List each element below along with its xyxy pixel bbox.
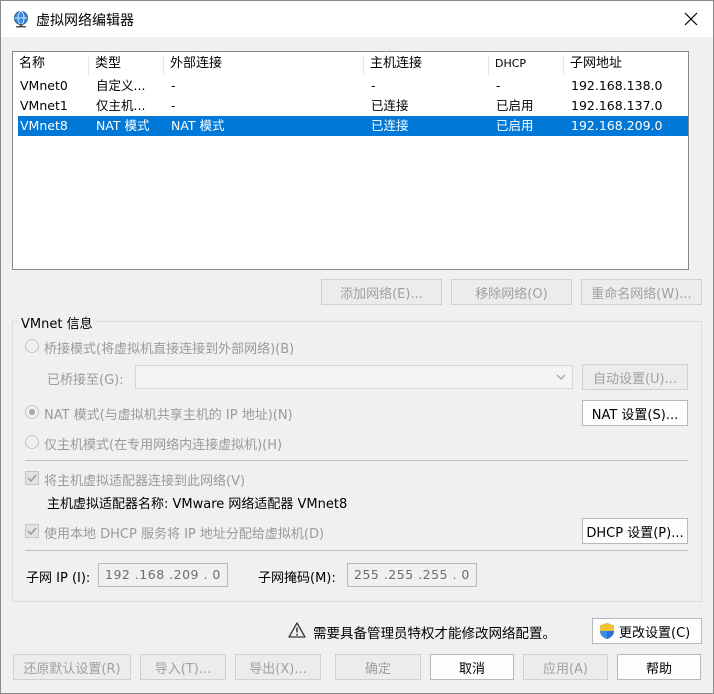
- connect-adapter-label: 将主机虚拟适配器连接到此网络(V): [44, 474, 246, 489]
- cell-external: -: [171, 78, 176, 93]
- column-header-external[interactable]: 外部连接: [164, 52, 369, 76]
- remove-network-button[interactable]: 移除网络(O): [451, 279, 572, 305]
- change-settings-label: 更改设置(C): [619, 625, 691, 641]
- rename-network-button[interactable]: 重命名网络(W)...: [581, 279, 702, 305]
- help-button[interactable]: 帮助: [617, 654, 701, 680]
- chevron-down-icon: [556, 374, 566, 380]
- ok-button[interactable]: 确定: [335, 654, 421, 680]
- cell-dhcp: 已启用: [496, 118, 534, 133]
- admin-warning-text: 需要具备管理员特权才能修改网络配置。: [313, 626, 556, 642]
- cell-host: 已连接: [371, 118, 409, 133]
- cell-name: VMnet8: [20, 118, 68, 133]
- dhcp-settings-button[interactable]: DHCP 设置(P)...: [582, 518, 688, 544]
- import-button[interactable]: 导入(T)...: [140, 654, 226, 680]
- change-settings-button[interactable]: 更改设置(C): [592, 618, 702, 644]
- nat-radio[interactable]: [25, 405, 39, 419]
- export-button[interactable]: 导出(X)...: [235, 654, 321, 680]
- cell-subnet: 192.168.209.0: [571, 118, 663, 133]
- cell-name: VMnet0: [20, 78, 68, 93]
- column-header-host[interactable]: 主机连接: [364, 52, 494, 76]
- nat-label: NAT 模式(与虚拟机共享主机的 IP 地址)(N): [44, 408, 293, 423]
- window-title: 虚拟网络编辑器: [36, 13, 134, 29]
- vmnet-info-title: VMnet 信息: [19, 313, 95, 332]
- connect-adapter-checkbox[interactable]: [25, 471, 39, 485]
- cell-dhcp: 已启用: [496, 98, 534, 113]
- cell-host: -: [371, 78, 376, 93]
- table-row[interactable]: VMnet0 自定义... - - - 192.168.138.0: [18, 76, 688, 96]
- apply-button[interactable]: 应用(A): [523, 654, 608, 680]
- network-list[interactable]: 名称 类型 外部连接 主机连接 DHCP 子网地址 VMnet0 自定义... …: [12, 51, 689, 270]
- cell-name: VMnet1: [20, 98, 68, 113]
- cell-type: NAT 模式: [96, 118, 150, 133]
- subnet-mask-label: 子网掩码(M):: [258, 571, 336, 586]
- bridged-label: 桥接模式(将虚拟机直接连接到外部网络)(B): [44, 342, 295, 357]
- subnet-ip-field[interactable]: 192 .168 .209 . 0: [98, 563, 228, 587]
- cell-host: 已连接: [371, 98, 409, 113]
- dhcp-checkbox[interactable]: [25, 524, 39, 538]
- hostonly-label: 仅主机模式(在专用网络内连接虚拟机)(H): [44, 438, 283, 453]
- table-row-selected[interactable]: VMnet8 NAT 模式 NAT 模式 已连接 已启用 192.168.209…: [18, 116, 688, 136]
- column-header-dhcp[interactable]: DHCP: [489, 52, 569, 76]
- cell-external: NAT 模式: [171, 118, 225, 133]
- divider: [25, 460, 688, 461]
- warning-icon: [288, 622, 306, 642]
- auto-settings-button[interactable]: 自动设置(U)...: [582, 364, 688, 390]
- nat-settings-button[interactable]: NAT 设置(S)...: [582, 400, 688, 426]
- title-bar[interactable]: 虚拟网络编辑器: [1, 1, 713, 37]
- checkmark-icon: [27, 474, 37, 482]
- subnet-mask-field[interactable]: 255 .255 .255 . 0: [347, 563, 477, 587]
- bridged-to-select[interactable]: [135, 365, 573, 389]
- column-header-name[interactable]: 名称: [13, 52, 94, 76]
- hostonly-radio[interactable]: [25, 435, 39, 449]
- adapter-name-text: 主机虚拟适配器名称: VMware 网络适配器 VMnet8: [47, 497, 348, 512]
- cell-type: 仅主机...: [96, 98, 146, 113]
- cell-subnet: 192.168.137.0: [571, 98, 663, 113]
- cell-subnet: 192.168.138.0: [571, 78, 663, 93]
- network-globe-icon: [12, 10, 30, 28]
- cell-external: -: [171, 98, 176, 113]
- bridged-radio[interactable]: [25, 339, 39, 353]
- add-network-button[interactable]: 添加网络(E)...: [321, 279, 442, 305]
- cell-dhcp: -: [496, 78, 501, 93]
- subnet-ip-label: 子网 IP (I):: [26, 571, 91, 586]
- column-header-subnet[interactable]: 子网地址: [564, 52, 688, 76]
- restore-defaults-button[interactable]: 还原默认设置(R): [13, 654, 131, 680]
- divider: [25, 550, 688, 551]
- table-row[interactable]: VMnet1 仅主机... - 已连接 已启用 192.168.137.0: [18, 96, 688, 116]
- cancel-button[interactable]: 取消: [430, 654, 514, 680]
- bridged-to-label: 已桥接至(G):: [47, 373, 124, 388]
- column-header-type[interactable]: 类型: [89, 52, 169, 76]
- cell-type: 自定义...: [96, 78, 146, 93]
- dhcp-label: 使用本地 DHCP 服务将 IP 地址分配给虚拟机(D): [44, 527, 325, 542]
- uac-shield-icon: [600, 623, 614, 639]
- close-button[interactable]: [673, 4, 709, 34]
- close-icon: [684, 12, 698, 26]
- checkmark-icon: [27, 527, 37, 535]
